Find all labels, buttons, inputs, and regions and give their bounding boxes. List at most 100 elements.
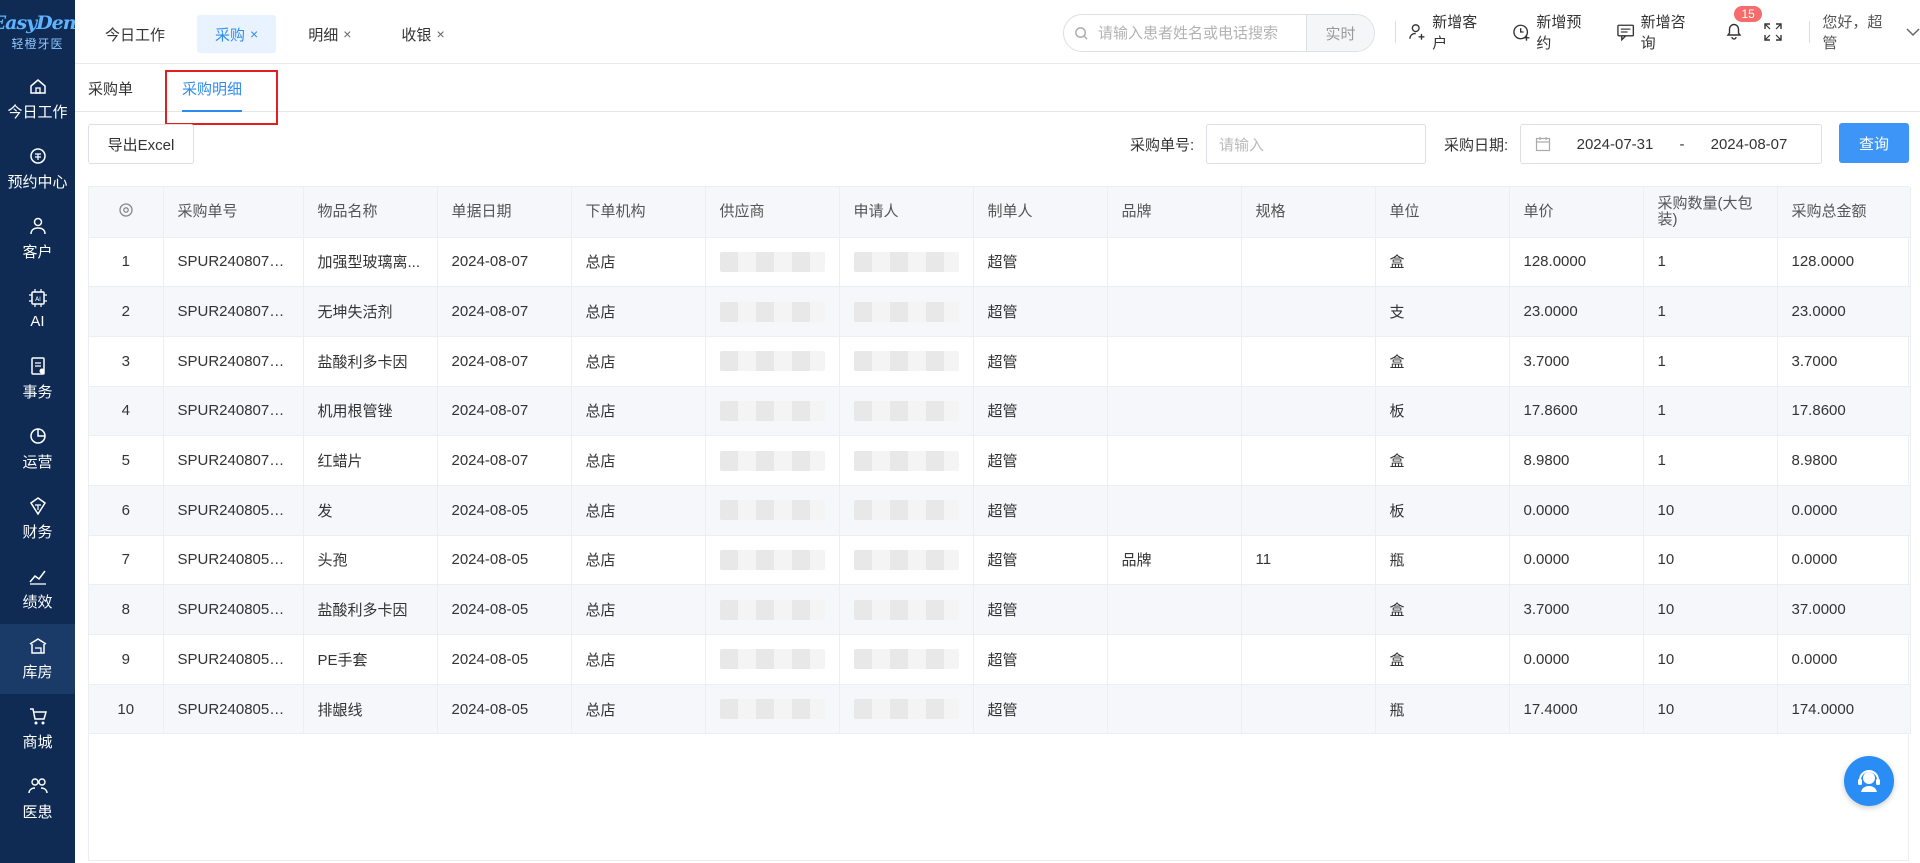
- tab-label: 明细: [308, 26, 339, 44]
- patient-search: 实时: [1063, 14, 1375, 52]
- sidebar-item-8[interactable]: 库房: [0, 624, 75, 694]
- query-button[interactable]: 查询: [1839, 123, 1909, 163]
- column-header[interactable]: 采购数量(大包装): [1643, 187, 1778, 238]
- fullscreen-button[interactable]: [1764, 23, 1787, 41]
- cell-date: 2024-08-07: [437, 286, 572, 337]
- table-row[interactable]: 6 SPUR2408050... 发 2024-08-05 总店 超管板 0.0000 10 0…: [89, 485, 1911, 536]
- table-row[interactable]: 2 SPUR2408070... 无坤失活剂 2024-08-07 总店 超管支 23.00…: [89, 286, 1911, 337]
- tab-2[interactable]: 明细 ×: [290, 15, 369, 53]
- cell-qty: 1: [1643, 286, 1778, 337]
- cell-qty: 1: [1643, 237, 1778, 288]
- tab-0[interactable]: 今日工作: [87, 15, 183, 53]
- cell-org: 总店: [571, 336, 706, 387]
- cell-item: 排龈线: [303, 684, 438, 735]
- cell-price: 3.7000: [1509, 336, 1644, 387]
- cell-qty: 1: [1643, 435, 1778, 486]
- cell-unit: 盒: [1375, 634, 1510, 685]
- new-customer-button[interactable]: 新增客户: [1408, 11, 1490, 53]
- applicant-cell-redacted: [839, 485, 974, 536]
- column-header[interactable]: 规格: [1241, 187, 1376, 238]
- redacted-block: [853, 351, 959, 372]
- table-row[interactable]: 1 SPUR2408070... 加强型玻璃离... 2024-08-07 总店 超管盒 1…: [89, 237, 1911, 288]
- cell-maker: 超管: [973, 386, 1108, 437]
- cell-price: 17.8600: [1509, 386, 1644, 437]
- brand-name: EasyDent: [0, 12, 84, 34]
- column-header[interactable]: 采购总金额: [1777, 187, 1911, 238]
- table-row[interactable]: 4 SPUR2408070... 机用根管锉 2024-08-07 总店 超管板 17.86…: [89, 386, 1911, 437]
- cell-maker: 超管: [973, 584, 1108, 635]
- tab-1[interactable]: 采购 ×: [197, 15, 277, 53]
- column-header[interactable]: 采购单号: [163, 187, 304, 238]
- column-header[interactable]: 制单人: [973, 187, 1108, 238]
- bell-icon: [1727, 23, 1742, 40]
- cell-date: 2024-08-07: [437, 336, 572, 387]
- sidebar-item-2[interactable]: 客户: [0, 204, 75, 274]
- column-header[interactable]: 品牌: [1107, 187, 1242, 238]
- column-settings[interactable]: [89, 187, 164, 238]
- tab-label: 今日工作: [105, 26, 166, 44]
- table-row[interactable]: 7 SPUR2408050... 头孢 2024-08-05 总店 超管 品牌 11 瓶 0.00…: [89, 535, 1911, 586]
- sidebar-item-label: 客户: [22, 244, 53, 261]
- new-appointment-button[interactable]: 新增预约: [1512, 11, 1594, 53]
- cell-idx: 9: [89, 634, 164, 685]
- date-start[interactable]: 2024-07-31: [1565, 136, 1665, 153]
- doctor-patient-icon: [27, 778, 48, 794]
- app-logo[interactable]: EasyDent 轻橙牙医: [0, 0, 84, 64]
- ai-chip-icon: AI: [28, 289, 47, 307]
- sidebar-item-1[interactable]: 预约中心: [0, 134, 75, 204]
- tab-3[interactable]: 收银 ×: [383, 15, 462, 53]
- search-input[interactable]: [1098, 15, 1306, 51]
- table-row[interactable]: 10 SPUR2408050... 排龈线 2024-08-05 总店 超管瓶 17.400…: [89, 684, 1911, 735]
- column-header[interactable]: 申请人: [839, 187, 974, 238]
- sidebar-item-10[interactable]: 医患: [0, 764, 75, 834]
- table-row[interactable]: 8 SPUR2408050... 盐酸利多卡因 2024-08-05 总店 超管 盒 3.70…: [89, 584, 1911, 635]
- column-header[interactable]: 单据日期: [437, 187, 572, 238]
- cell-idx: 10: [89, 684, 164, 735]
- column-header[interactable]: 供应商: [705, 187, 840, 238]
- redacted-block: [719, 500, 825, 521]
- user-menu[interactable]: 您好，超管: [1822, 11, 1920, 53]
- sidebar-item-5[interactable]: 运营: [0, 414, 75, 484]
- column-header[interactable]: 下单机构: [571, 187, 706, 238]
- applicant-cell-redacted: [839, 684, 974, 735]
- column-header[interactable]: 单位: [1375, 187, 1510, 238]
- cell-item: 红蜡片: [303, 435, 438, 486]
- redacted-block: [853, 450, 959, 471]
- close-icon[interactable]: ×: [250, 26, 258, 42]
- date-end[interactable]: 2024-08-07: [1699, 136, 1799, 153]
- tab-purchase-order[interactable]: 采购单: [88, 64, 133, 112]
- cell-total: 8.9800: [1777, 435, 1911, 486]
- cell-spec: [1241, 386, 1376, 437]
- cell-item: 盐酸利多卡因: [303, 584, 438, 635]
- cell-spec: [1241, 336, 1376, 387]
- table-row[interactable]: 5 SPUR2408070... 红蜡片 2024-08-07 总店 超管盒 8.9800 1…: [89, 435, 1911, 486]
- column-header[interactable]: 物品名称: [303, 187, 438, 238]
- sidebar-item-6[interactable]: 财务: [0, 484, 75, 554]
- order-no-input[interactable]: 请输入: [1206, 124, 1426, 164]
- cell-qty: 1: [1643, 336, 1778, 387]
- cell-total: 174.0000: [1777, 684, 1911, 735]
- table-row[interactable]: 3 SPUR2408070... 盐酸利多卡因 2024-08-07 总店 超管盒 3.70…: [89, 336, 1911, 387]
- sidebar-item-4[interactable]: 事务: [0, 344, 75, 414]
- applicant-cell-redacted: [839, 634, 974, 685]
- sidebar-item-3[interactable]: AI AI: [0, 274, 75, 344]
- customer-service-button[interactable]: [1844, 756, 1894, 806]
- cell-spec: [1241, 237, 1376, 288]
- table-row[interactable]: 9 SPUR2408050... PE手套 2024-08-05 总店 超管盒 0.0000…: [89, 634, 1911, 685]
- search-mode-button[interactable]: 实时: [1306, 15, 1374, 51]
- column-header[interactable]: 单价: [1509, 187, 1644, 238]
- redacted-block: [853, 400, 959, 421]
- sidebar-item-7[interactable]: 绩效: [0, 554, 75, 624]
- cell-date: 2024-08-05: [437, 485, 572, 536]
- date-range-picker[interactable]: 2024-07-31 - 2024-08-07: [1520, 124, 1822, 164]
- sidebar-item-9[interactable]: 商城: [0, 694, 75, 764]
- new-consult-button[interactable]: 新增咨询: [1616, 11, 1698, 53]
- close-icon[interactable]: ×: [436, 26, 444, 42]
- close-icon[interactable]: ×: [343, 26, 351, 42]
- export-excel-button[interactable]: 导出Excel: [88, 124, 194, 164]
- cell-qty: 10: [1643, 485, 1778, 536]
- cell-total: 0.0000: [1777, 535, 1911, 586]
- sidebar-item-0[interactable]: 今日工作: [0, 64, 75, 134]
- cell-maker: 超管: [973, 286, 1108, 337]
- notification-button[interactable]: 15: [1724, 6, 1762, 44]
